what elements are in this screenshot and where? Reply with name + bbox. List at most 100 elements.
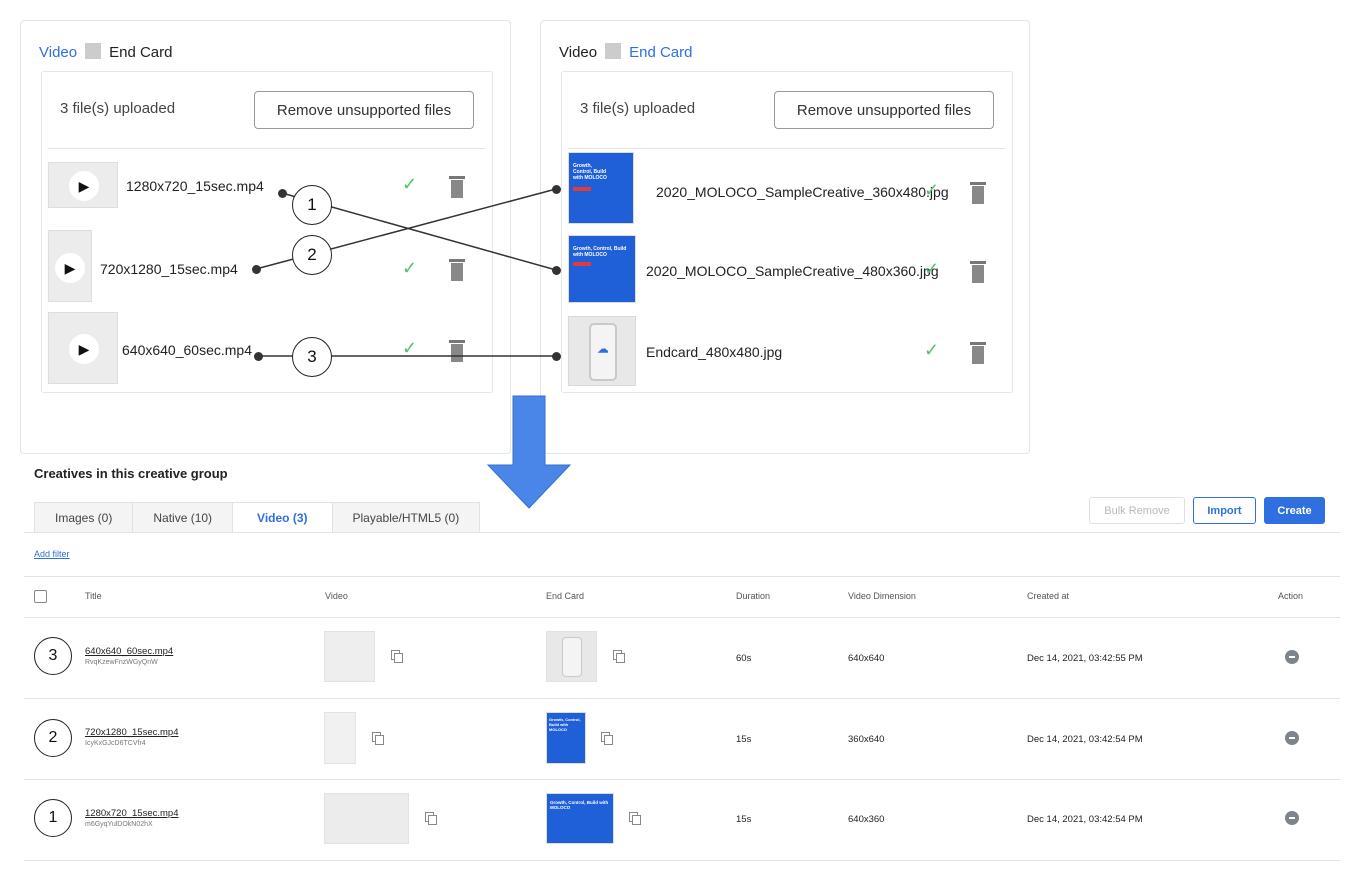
video-thumbnail[interactable] [324,793,409,844]
creative-title-link[interactable]: 720x1280_15sec.mp4 [85,727,179,738]
import-button[interactable]: Import [1193,497,1256,524]
file-name: 1280x720_15sec.mp4 [126,178,264,194]
video-thumbnail: ▶ [48,312,118,384]
row-callout: 2 [34,719,72,757]
check-icon: ✓ [924,259,940,279]
play-icon[interactable]: ▶ [69,334,99,364]
column-header-created-at[interactable]: Created at [1027,591,1069,601]
creative-type-tabs: Images (0) Native (10) Video (3) Playabl… [34,502,481,533]
column-header-title[interactable]: Title [85,591,102,601]
end-card-thumbnail[interactable] [546,631,597,682]
check-icon: ✓ [924,340,940,360]
check-icon: ✓ [402,258,418,278]
remove-row-button[interactable] [1285,811,1299,825]
creative-id: RvqKzewFnzWGyQnW [85,659,158,666]
video-thumbnail[interactable] [324,712,356,764]
trash-icon[interactable] [449,176,465,198]
connector-dot [552,185,561,194]
add-filter-link[interactable]: Add filter [34,549,70,559]
file-name: 720x1280_15sec.mp4 [100,261,238,277]
file-name: 2020_MOLOCO_SampleCreative_360x480.jpg [656,184,949,200]
duration-cell: 60s [736,653,752,664]
tab-video[interactable]: Video [31,44,85,61]
tab-end-card[interactable]: End Card [101,44,180,61]
phone-mockup: ☁ [589,323,617,381]
remove-row-button[interactable] [1285,650,1299,664]
tab-native[interactable]: Native (10) [133,503,234,533]
copy-icon[interactable] [601,732,613,745]
dimension-cell: 360x640 [848,734,885,745]
end-card-thumbnail: Growth, Control, Build with MOLOCO [568,235,636,303]
divider [24,860,1340,861]
column-header-end-card: End Card [546,591,585,601]
remove-unsupported-button[interactable]: Remove unsupported files [774,91,994,129]
column-header-video: Video [325,591,348,601]
select-all-checkbox[interactable] [34,590,47,603]
play-icon[interactable]: ▶ [69,171,99,201]
tab-images[interactable]: Images (0) [35,503,134,533]
connector-dot [252,265,261,274]
end-card-thumbnail[interactable]: Growth, Control, Build with MOLOCO [546,793,614,844]
connector-dot [552,266,561,275]
create-button[interactable]: Create [1264,497,1325,524]
section-title: Creatives in this creative group [34,466,228,481]
video-upload-panel: Video End Card 3 file(s) uploaded Remove … [20,20,511,454]
creative-id: m6GyqYulDOkN02hX [85,821,153,828]
remove-unsupported-button[interactable]: Remove unsupported files [254,91,474,129]
play-icon[interactable]: ▶ [55,253,85,283]
copy-icon[interactable] [372,732,384,745]
tab-video[interactable]: Video (3) [233,503,333,533]
file-name: 2020_MOLOCO_SampleCreative_480x360.jpg [646,263,939,279]
tab-end-card[interactable]: End Card [621,44,700,61]
column-header-action: Action [1278,591,1304,601]
creative-title-link[interactable]: 640x640_60sec.mp4 [85,646,173,657]
uploaded-count: 3 file(s) uploaded [60,100,176,117]
creative-title-link[interactable]: 1280x720_15sec.mp4 [85,808,179,819]
file-row: Growth, Control, Build with MOLOCO 2020_… [562,235,1012,305]
bulk-remove-button[interactable]: Bulk Remove [1089,497,1185,524]
panel-tabs: Video End Card [551,43,700,61]
tab-playable[interactable]: Playable/HTML5 (0) [332,503,480,533]
file-name: Endcard_480x480.jpg [646,344,783,360]
trash-icon[interactable] [970,342,986,364]
copy-icon[interactable] [613,650,625,663]
end-card-upload-panel: Video End Card 3 file(s) uploaded Remove … [540,20,1030,454]
tab-video[interactable]: Video [551,44,605,61]
divider [24,617,1340,618]
panel-tabs: Video End Card [31,43,180,61]
thumbnail-text: Growth, Control, Build with MOLOCO [573,163,607,181]
trash-icon[interactable] [449,259,465,281]
trash-icon[interactable] [970,182,986,204]
creative-id: IcyKxGJcD6TCVfr4 [85,740,146,747]
copy-icon[interactable] [391,650,403,663]
trash-icon[interactable] [970,261,986,283]
row-callout: 1 [34,799,72,837]
connector-dot [552,352,561,361]
end-card-thumbnail[interactable]: Growth, Control, Build with MOLOCO [546,712,586,764]
end-card-thumbnail: Growth, Control, Build with MOLOCO [568,152,634,224]
connector-dot [278,189,287,198]
file-row: ☁ Endcard_480x480.jpg ✓ [562,316,1012,386]
created-at-cell: Dec 14, 2021, 03:42:55 PM [1027,653,1143,664]
trash-icon[interactable] [449,340,465,362]
column-header-duration[interactable]: Duration [736,591,770,601]
thumbnail-text: Growth, Control, Build with MOLOCO [550,800,609,810]
copy-icon[interactable] [629,812,641,825]
callout-2: 2 [292,235,332,275]
callout-1: 1 [292,185,332,225]
thumbnail-text: Growth, Control, Build with MOLOCO [573,246,627,258]
copy-icon[interactable] [425,812,437,825]
file-name: 640x640_60sec.mp4 [122,342,252,358]
uploaded-count: 3 file(s) uploaded [580,100,696,117]
video-thumbnail[interactable] [324,631,375,682]
divider [568,148,1006,149]
divider [24,779,1340,780]
divider [24,698,1340,699]
cloud-icon: ☁ [597,343,609,356]
duration-cell: 15s [736,734,752,745]
column-header-dimension[interactable]: Video Dimension [848,591,916,601]
upload-list: 3 file(s) uploaded Remove unsupported fi… [41,71,493,393]
divider [24,576,1340,577]
remove-row-button[interactable] [1285,731,1299,745]
connector-dot [254,352,263,361]
